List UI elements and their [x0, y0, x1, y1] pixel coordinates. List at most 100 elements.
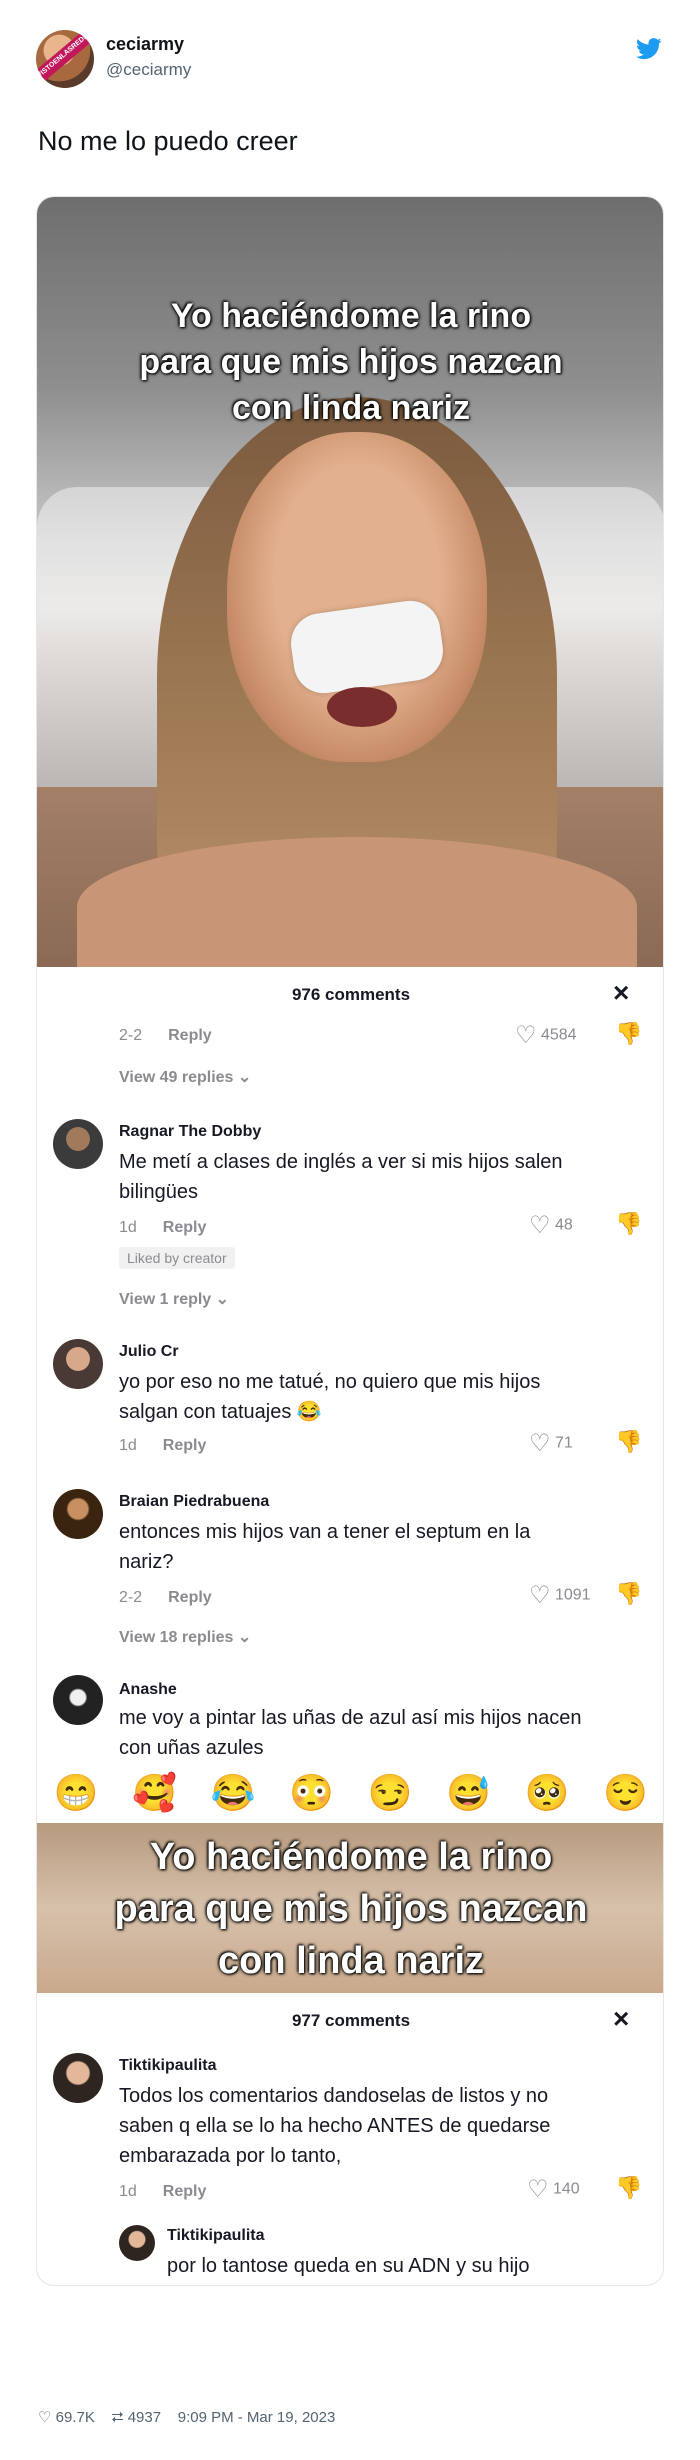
video-caption-1: Yo haciéndome la rino para que mis hijos…	[37, 293, 663, 431]
user-handle[interactable]: @ceciarmy	[106, 60, 191, 80]
like-count: 71	[554, 1434, 573, 1452]
emoji-button[interactable]: 🥺	[525, 1772, 570, 1814]
shoulders	[77, 837, 637, 977]
comment-line: Todos los comentarios dandoselas de list…	[119, 2085, 549, 2107]
liked-by-creator-badge: Liked by creator	[119, 1247, 235, 1269]
close-icon[interactable]: ×	[613, 977, 629, 1009]
reply-button[interactable]: Reply	[163, 2183, 207, 2200]
retweet-icon: ⮂	[111, 2409, 124, 2426]
like-button[interactable]: ♡ 140	[527, 2175, 580, 2204]
reply-button[interactable]: Reply	[168, 1027, 212, 1044]
comment-line: salgan con tatuajes 😂	[119, 1401, 322, 1423]
like-button[interactable]: ♡ 69.7K	[38, 2409, 95, 2426]
user-name[interactable]: ceciarmy	[106, 34, 184, 55]
comment-username[interactable]: Tiktikipaulita	[167, 2227, 265, 2245]
comment-line: entonces mis hijos van a tener el septum…	[119, 1521, 531, 1543]
heart-icon: ♡	[527, 2176, 549, 2203]
like-button[interactable]: ♡ 4584	[515, 1021, 577, 1050]
avatar[interactable]	[53, 1339, 103, 1389]
comment-meta: 1d Reply	[119, 1437, 206, 1455]
comment-date: 2-2	[119, 1027, 143, 1044]
video-caption-2: Yo haciéndome la rino para que mis hijos…	[37, 1831, 663, 1987]
heart-icon: ♡	[38, 2409, 52, 2426]
comment-line: por lo tantose queda en su ADN y su hijo	[167, 2255, 530, 2277]
comments-count: 976 comments	[291, 985, 411, 1004]
caption-line: Yo haciéndome la rino	[149, 1836, 553, 1878]
comments-panel-1: 976 comments × 2-2 Reply ♡ 4584 👎 View 49…	[37, 967, 663, 1763]
comment-text: Me metí a clases de inglés a ver si mis …	[119, 1147, 563, 1207]
comment-date: 2-2	[119, 1589, 143, 1606]
comment-line: yo por eso no me tatué, no quiero que mi…	[119, 1371, 541, 1393]
heart-icon: ♡	[529, 1582, 551, 1609]
twitter-bird-icon[interactable]	[636, 38, 662, 60]
tweet-media[interactable]: Yo haciéndome la rino para que mis hijos…	[36, 196, 664, 2286]
comment-line: saben q ella se lo ha hecho ANTES de que…	[119, 2115, 551, 2137]
reply-button[interactable]: Reply	[163, 1219, 207, 1236]
like-count: 1091	[554, 1586, 591, 1604]
comment-date: 1d	[119, 1437, 137, 1454]
comment-line: nacerá asi. Lees un poco antes de reirse…	[167, 2281, 637, 2285]
emoji-button[interactable]: 😏	[368, 1772, 413, 1814]
caption-line: con linda nariz	[231, 389, 471, 427]
dislike-icon: 👎	[615, 1581, 643, 1606]
view-replies-button[interactable]: View 1 reply ⌄	[119, 1289, 229, 1309]
emoji-button[interactable]: 😅	[446, 1772, 491, 1814]
comment-meta: 2-2 Reply	[119, 1589, 212, 1607]
comment-username[interactable]: Julio Cr	[119, 1343, 179, 1361]
tweet-footer: ♡ 69.7K ⮂ 4937 9:09 PM - Mar 19, 2023	[38, 2408, 335, 2426]
reply-button[interactable]: Reply	[163, 1437, 207, 1454]
caption-line: para que mis hijos nazcan	[139, 343, 563, 381]
like-button[interactable]: ♡ 48	[529, 1211, 573, 1240]
retweet-button[interactable]: ⮂ 4937	[112, 2409, 162, 2426]
dislike-icon[interactable]: 👎	[615, 1021, 642, 1047]
close-icon[interactable]: ×	[613, 2003, 629, 2035]
like-button[interactable]: ♡ 1091	[529, 1581, 591, 1610]
comment-text: me voy a pintar las uñas de azul así mis…	[119, 1703, 581, 1763]
heart-icon: ♡	[529, 1212, 551, 1239]
heart-icon: ♡	[529, 1430, 551, 1457]
comment-text: yo por eso no me tatué, no quiero que mi…	[119, 1367, 540, 1427]
caption-line: con linda nariz	[217, 1940, 485, 1982]
comment-meta: 1d Reply	[119, 1219, 206, 1237]
comment-meta: 1d Reply	[119, 2183, 206, 2201]
avatar[interactable]: VISTOENLASREDES	[36, 30, 94, 88]
view-replies-button[interactable]: View 49 replies ⌄	[119, 1067, 251, 1087]
avatar[interactable]	[53, 1489, 103, 1539]
emoji-button[interactable]: 😌	[603, 1772, 648, 1814]
tweet-timestamp[interactable]: 9:09 PM - Mar 19, 2023	[178, 2409, 336, 2426]
comment-text: por lo tantose queda en su ADN y su hijo…	[167, 2251, 637, 2285]
avatar[interactable]	[53, 2053, 103, 2103]
comment-meta: 2-2 Reply	[119, 1027, 212, 1045]
caption-line: Yo haciéndome la rino	[170, 297, 532, 335]
like-count: 140	[552, 2180, 580, 2198]
dislike-icon: 👎	[615, 1429, 643, 1454]
view-replies-button[interactable]: View 18 replies ⌄	[119, 1627, 251, 1647]
comment-username[interactable]: Ragnar The Dobby	[119, 1123, 261, 1141]
comment-line: bilingües	[119, 1181, 198, 1203]
comment-line: Me metí a clases de inglés a ver si mis …	[119, 1151, 563, 1173]
avatar-watermark: VISTOENLASREDES	[36, 30, 94, 83]
comment-date: 1d	[119, 1219, 137, 1236]
comment-username[interactable]: Braian Piedrabuena	[119, 1493, 269, 1511]
avatar[interactable]	[119, 2225, 155, 2261]
comment-username[interactable]: Tiktikipaulita	[119, 2057, 217, 2075]
like-count: 48	[554, 1216, 573, 1234]
emoji-button[interactable]: 🥰	[132, 1772, 177, 1814]
caption-line: para que mis hijos nazcan	[114, 1888, 588, 1930]
comments-count: 977 comments	[291, 2011, 411, 2030]
comment-line: con uñas azules	[119, 1737, 264, 1759]
emoji-button[interactable]: 😁	[54, 1772, 99, 1814]
emoji-button[interactable]: 😂	[211, 1772, 256, 1814]
emoji-button[interactable]: 😳	[289, 1772, 334, 1814]
comment-username[interactable]: Anashe	[119, 1681, 177, 1699]
avatar[interactable]	[53, 1119, 103, 1169]
dislike-icon: 👎	[615, 1211, 643, 1236]
reply-button[interactable]: Reply	[168, 1589, 212, 1606]
mouth	[327, 687, 397, 727]
like-button[interactable]: ♡ 71	[529, 1429, 573, 1458]
avatar[interactable]	[53, 1675, 103, 1725]
dislike-icon: 👎	[615, 2175, 643, 2200]
emoji-bar: 😁 🥰 😂 😳 😏 😅 🥺 😌	[37, 1763, 663, 1823]
comment-date: 1d	[119, 2183, 137, 2200]
comment-text: Todos los comentarios dandoselas de list…	[119, 2081, 550, 2171]
